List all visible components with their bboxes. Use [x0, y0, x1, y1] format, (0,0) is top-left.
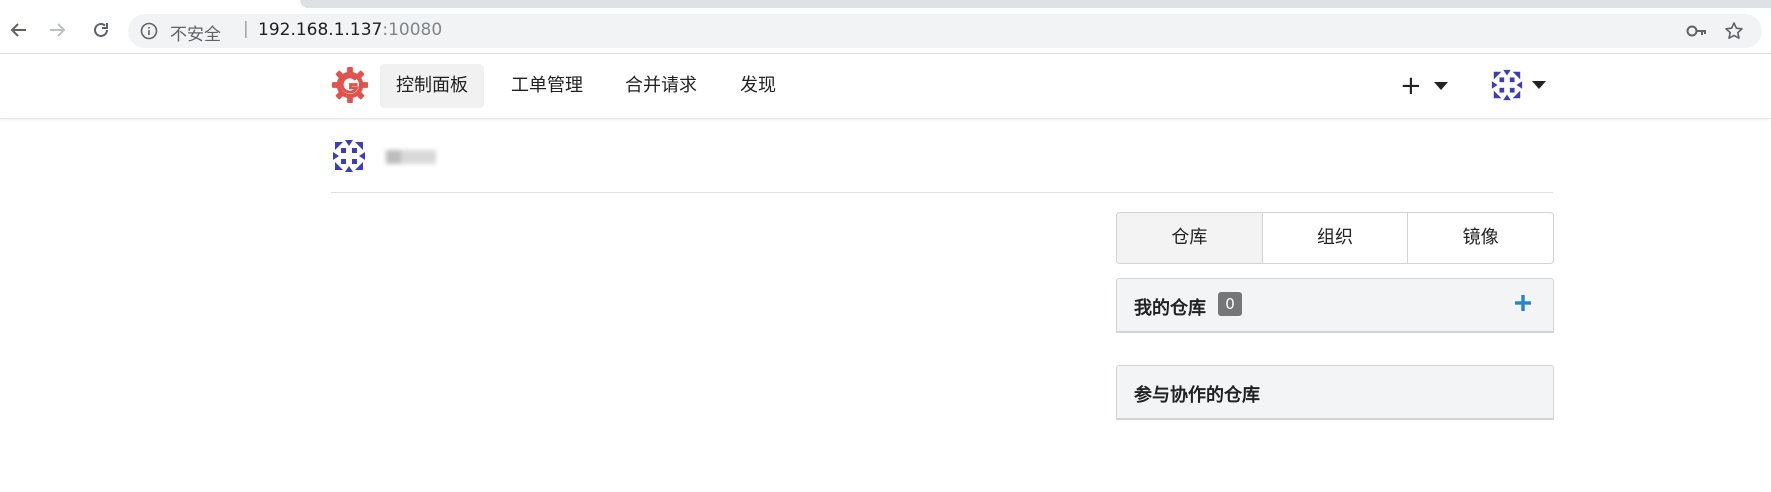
user-menu-dropdown[interactable] [1490, 68, 1546, 102]
section-divider [331, 192, 1553, 193]
forward-button[interactable] [44, 17, 70, 43]
back-button[interactable] [6, 17, 32, 43]
nav-explore[interactable]: 发现 [724, 64, 792, 108]
url-host: 192.168.1.137 [258, 20, 383, 40]
collab-repos-header: 参与协作的仓库 [1116, 365, 1554, 420]
my-repos-header: 我的仓库 0 [1116, 278, 1554, 333]
key-icon[interactable] [1686, 22, 1708, 40]
tab-mirrors[interactable]: 镜像 [1408, 213, 1553, 263]
collab-repos-title: 参与协作的仓库 [1134, 385, 1260, 406]
url-port: :10080 [382, 20, 443, 40]
profile-username: ▇▇▇ [386, 150, 436, 164]
address-bar[interactable]: 不安全 | 192.168.1.137:10080 [128, 14, 1762, 48]
repo-count-badge: 0 [1218, 292, 1242, 316]
forward-icon [50, 23, 66, 37]
add-repo-button[interactable] [1510, 290, 1536, 316]
tab-organizations[interactable]: 组织 [1263, 213, 1409, 263]
plus-icon: + [1400, 71, 1422, 101]
tab-strip [300, 0, 1771, 8]
security-label: 不安全 [170, 25, 221, 45]
caret-down-icon [1433, 82, 1448, 90]
info-icon[interactable] [140, 22, 158, 40]
my-repos-title: 我的仓库 [1134, 298, 1206, 319]
nav-dashboard[interactable]: 控制面板 [380, 64, 484, 108]
repo-tabs: 仓库 组织 镜像 [1116, 212, 1554, 264]
nav-pull-requests[interactable]: 合并请求 [609, 64, 713, 108]
url-text[interactable]: 192.168.1.137:10080 [258, 20, 442, 40]
browser-toolbar: 不安全 | 192.168.1.137:10080 [0, 0, 1771, 54]
reload-icon [94, 22, 108, 37]
tab-repositories[interactable]: 仓库 [1117, 213, 1263, 263]
reload-button[interactable] [88, 17, 114, 43]
caret-down-icon [1532, 81, 1546, 89]
back-icon [10, 23, 26, 37]
site-header: 控制面板 工单管理 合并请求 发现 + [0, 54, 1771, 119]
nav-issues[interactable]: 工单管理 [495, 64, 599, 108]
url-separator: | [243, 19, 249, 39]
plus-icon [1515, 295, 1531, 311]
user-avatar [1491, 69, 1523, 101]
star-icon[interactable] [1724, 21, 1744, 41]
create-dropdown[interactable]: + [1400, 71, 1448, 101]
profile-avatar [333, 140, 365, 172]
gogs-logo-icon[interactable] [331, 66, 369, 104]
